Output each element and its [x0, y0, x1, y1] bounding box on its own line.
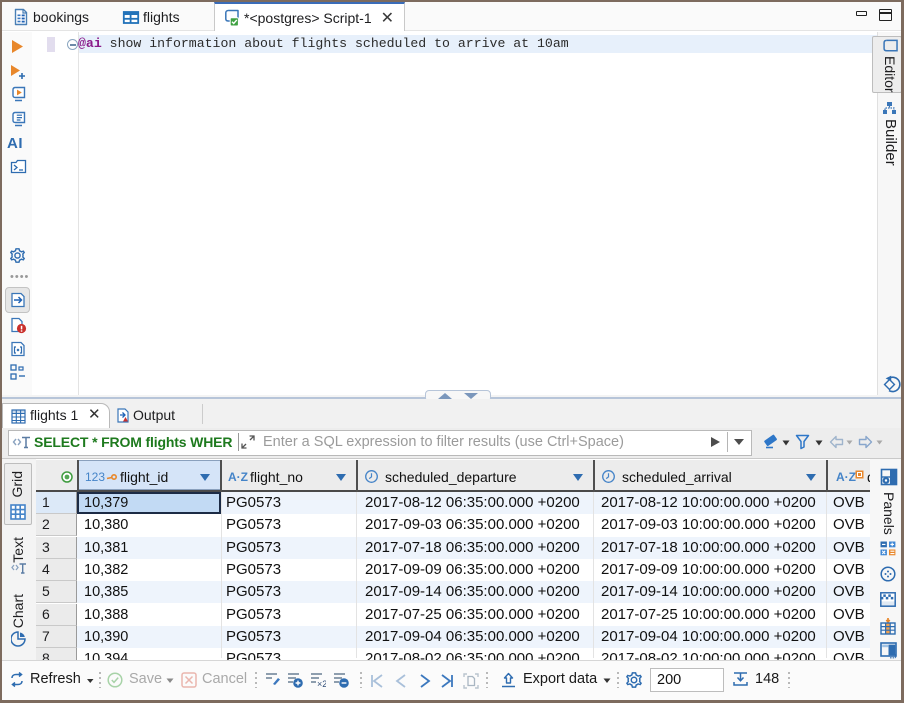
svg-text:×2: ×2 [317, 679, 326, 688]
